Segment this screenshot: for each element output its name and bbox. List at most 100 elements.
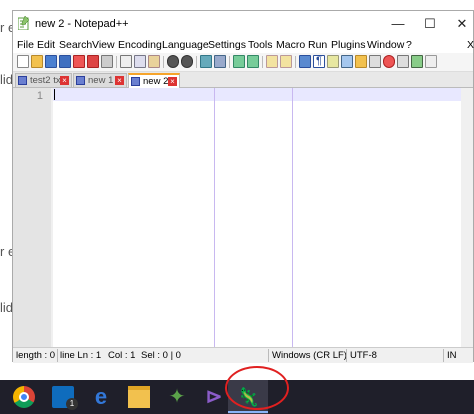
close-file-icon[interactable] xyxy=(73,55,85,68)
open-file-icon[interactable] xyxy=(31,55,43,68)
document-map-icon[interactable] xyxy=(341,55,353,68)
maximize-button[interactable]: ☐ xyxy=(413,13,447,35)
menu-bar: File Edit Search View Encoding Language … xyxy=(13,37,474,53)
replace-icon[interactable] xyxy=(214,55,226,68)
minimize-button[interactable]: — xyxy=(381,13,415,35)
status-column: Col : 1 xyxy=(108,350,136,361)
tab-bar: test2 txt × new 1 × new 2 × xyxy=(13,72,473,88)
status-bar: length : 0 line Ln : 1 Col : 1 Sel : 0 |… xyxy=(13,347,473,363)
file-icon xyxy=(18,76,27,85)
menu-macro[interactable]: Macro xyxy=(276,39,305,51)
cut-icon[interactable] xyxy=(120,55,132,68)
toolbar-separator xyxy=(262,56,263,68)
menu-plugins[interactable]: Plugins xyxy=(331,39,365,51)
menu-tools[interactable]: Tools xyxy=(248,39,273,51)
menu-window[interactable]: Window xyxy=(367,39,404,51)
status-eol-format[interactable]: Windows (CR LF) xyxy=(272,350,347,361)
undo-icon[interactable] xyxy=(167,55,179,68)
menu-close-document[interactable]: X xyxy=(467,39,474,51)
tab-test2-txt[interactable]: test2 txt × xyxy=(15,73,72,87)
sourcetree-icon[interactable]: ✦ xyxy=(166,386,188,408)
menu-edit[interactable]: Edit xyxy=(37,39,55,51)
toolbar-separator xyxy=(295,56,296,68)
column-edge-line xyxy=(292,88,293,347)
menu-language[interactable]: Language xyxy=(162,39,209,51)
notepad-plus-plus-window: new 2 - Notepad++ — ☐ ✕ File Edit Search… xyxy=(12,10,474,363)
word-wrap-icon[interactable] xyxy=(299,55,311,68)
file-explorer-icon[interactable] xyxy=(128,386,150,408)
folder-as-workspace-icon[interactable] xyxy=(369,55,381,68)
menu-help[interactable]: ? xyxy=(406,39,412,51)
status-separator xyxy=(57,349,58,362)
mail-icon[interactable]: 1 xyxy=(52,386,78,410)
current-line-highlight xyxy=(53,88,461,101)
menu-encoding[interactable]: Encoding xyxy=(118,39,162,51)
paste-icon[interactable] xyxy=(148,55,160,68)
column-edge-line xyxy=(214,88,215,347)
record-macro-icon[interactable] xyxy=(383,55,395,68)
status-separator xyxy=(346,349,347,362)
close-all-icon[interactable] xyxy=(87,55,99,68)
menu-view[interactable]: View xyxy=(92,39,115,51)
indent-guide-icon[interactable] xyxy=(327,55,339,68)
status-separator xyxy=(443,349,444,362)
toolbar-separator xyxy=(229,56,230,68)
text-caret xyxy=(54,89,55,100)
annotation-circle xyxy=(225,366,289,410)
file-icon xyxy=(131,77,140,86)
tab-label: new 2 xyxy=(143,76,169,87)
close-icon[interactable]: × xyxy=(60,76,69,85)
title-bar[interactable]: new 2 - Notepad++ — ☐ ✕ xyxy=(13,11,473,37)
save-icon[interactable] xyxy=(45,55,57,68)
copy-icon[interactable] xyxy=(134,55,146,68)
notepad-app-icon xyxy=(18,16,30,30)
menu-file[interactable]: File xyxy=(17,39,34,51)
new-file-icon[interactable] xyxy=(17,55,29,68)
file-icon xyxy=(76,76,85,85)
find-icon[interactable] xyxy=(200,55,212,68)
toolbar-separator xyxy=(116,56,117,68)
print-icon[interactable] xyxy=(101,55,113,68)
close-button[interactable]: ✕ xyxy=(445,13,474,35)
tab-label: test2 txt xyxy=(30,75,64,86)
line-number-gutter: 1 xyxy=(13,88,51,347)
toolbar-separator xyxy=(163,56,164,68)
show-all-characters-icon[interactable]: ¶ xyxy=(313,55,325,68)
menu-run[interactable]: Run xyxy=(308,39,327,51)
notification-badge: 1 xyxy=(66,398,78,410)
menu-settings[interactable]: Settings xyxy=(208,39,246,51)
stop-recording-icon[interactable] xyxy=(397,55,409,68)
status-length: length : 0 xyxy=(16,350,56,361)
menu-search[interactable]: Search xyxy=(59,39,92,51)
status-line: line Ln : 1 xyxy=(60,350,102,361)
text-editor[interactable]: 1 xyxy=(13,88,461,347)
save-all-icon[interactable] xyxy=(59,55,71,68)
sync-horizontal-icon[interactable] xyxy=(280,55,292,68)
close-icon[interactable]: × xyxy=(115,76,124,85)
status-selection: Sel : 0 | 0 xyxy=(141,350,181,361)
vertical-scrollbar[interactable] xyxy=(461,88,473,347)
save-macro-icon[interactable] xyxy=(425,55,437,68)
fold-margin xyxy=(51,88,53,347)
active-indicator xyxy=(228,411,268,413)
visual-studio-icon[interactable]: ⊳ xyxy=(203,386,225,408)
zoom-out-icon[interactable] xyxy=(247,55,259,68)
function-list-icon[interactable] xyxy=(355,55,367,68)
playback-icon[interactable] xyxy=(411,55,423,68)
window-title: new 2 - Notepad++ xyxy=(35,18,129,30)
close-icon[interactable]: × xyxy=(168,77,177,86)
status-encoding[interactable]: UTF-8 xyxy=(350,350,377,361)
redo-icon[interactable] xyxy=(181,55,193,68)
toolbar-separator xyxy=(196,56,197,68)
status-separator xyxy=(268,349,269,362)
tab-label: new 1 xyxy=(88,75,114,86)
tab-new-2[interactable]: new 2 × xyxy=(128,73,180,88)
zoom-in-icon[interactable] xyxy=(233,55,245,68)
chrome-icon[interactable] xyxy=(13,386,35,408)
edge-icon[interactable]: e xyxy=(90,386,112,408)
line-number: 1 xyxy=(36,90,43,102)
toolbar: ¶ xyxy=(13,53,473,72)
tab-new-1[interactable]: new 1 × xyxy=(73,73,127,87)
status-insert-mode: IN xyxy=(447,350,457,361)
sync-vertical-icon[interactable] xyxy=(266,55,278,68)
